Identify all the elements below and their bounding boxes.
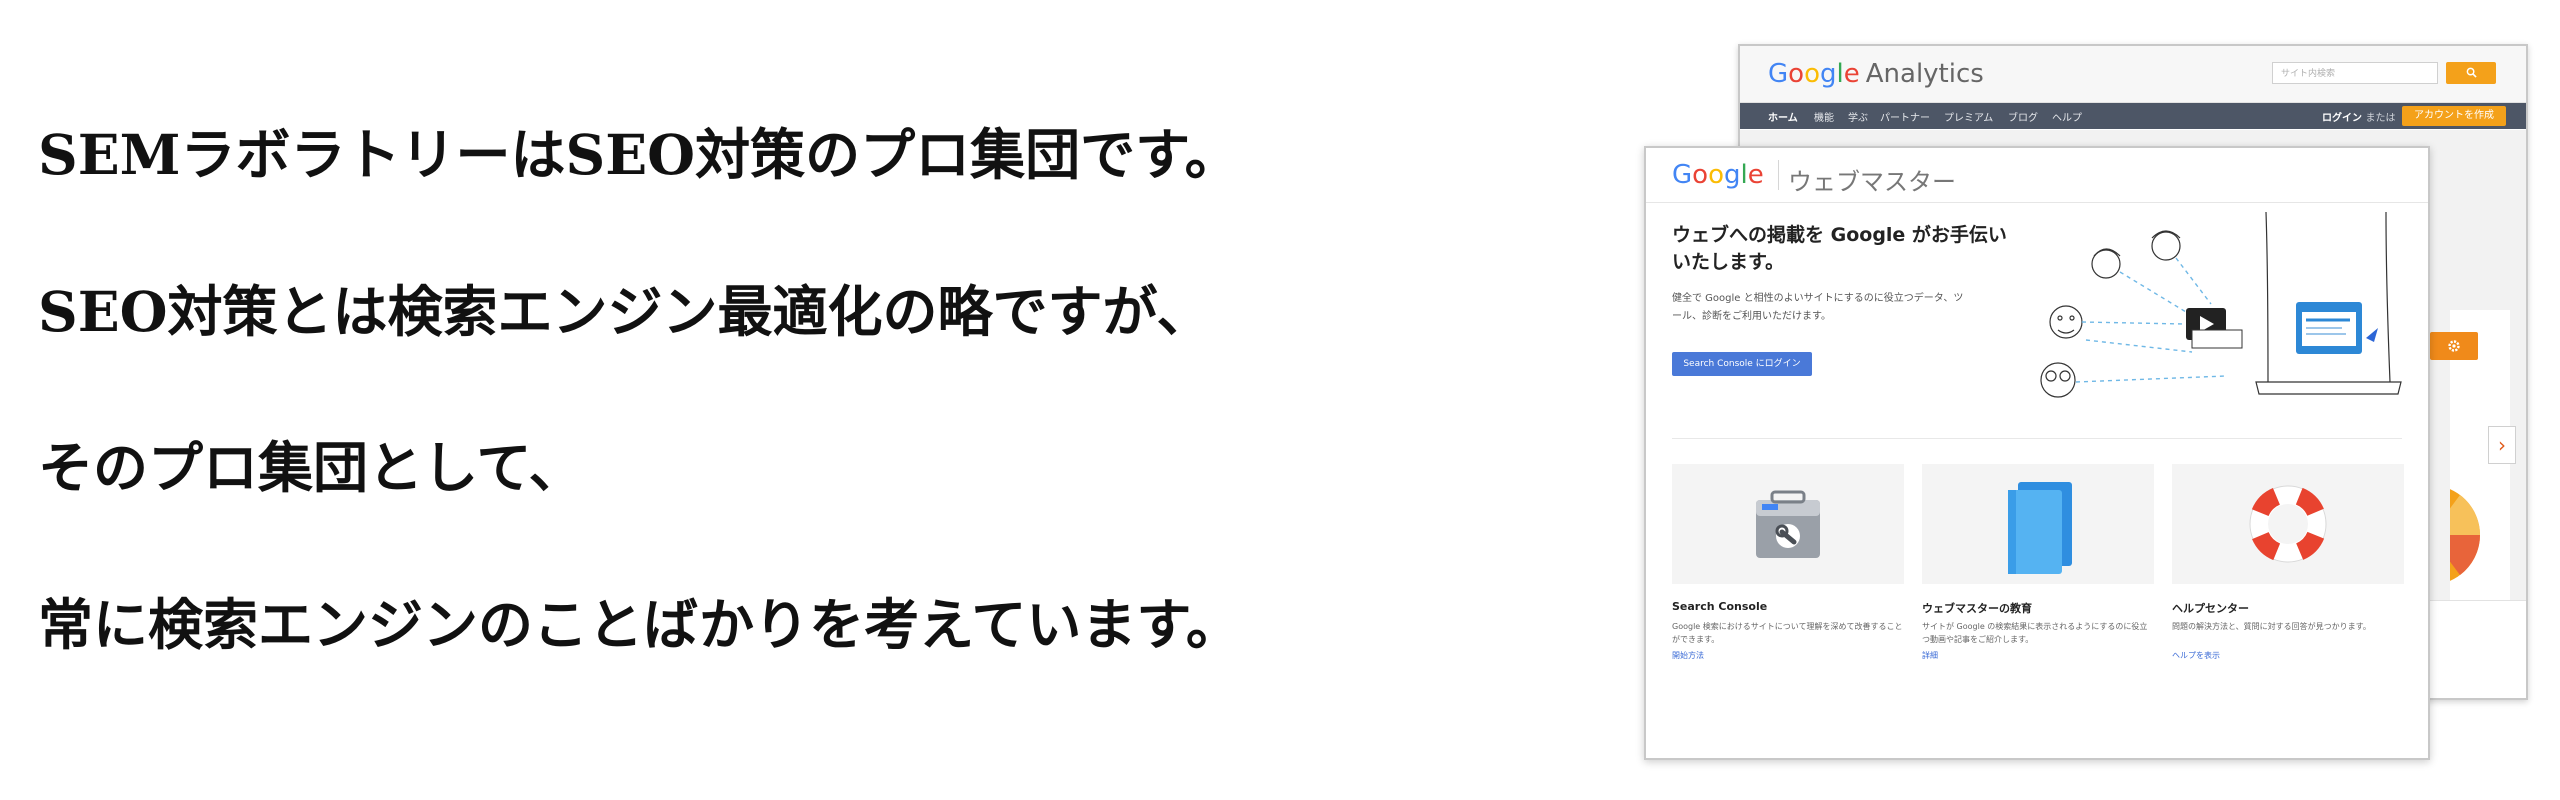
card-desc-webmaster-education: サイトが Google の検索結果に表示されるようにするのに役立つ動画や記事をご… — [1922, 622, 2148, 644]
webmaster-education-card-image[interactable] — [1922, 464, 2154, 584]
help-center-card-image[interactable] — [2172, 464, 2404, 584]
nav-item-features[interactable]: 機能 — [1814, 109, 1834, 124]
section-divider — [1672, 438, 2402, 439]
hero-illustration — [2040, 212, 2402, 398]
lifebuoy-icon — [2249, 485, 2327, 563]
search-console-card-image[interactable] — [1672, 464, 1904, 584]
book-icon — [2008, 482, 2072, 574]
headline-line-4: 常に検索エンジンのことばかりを考えています。 — [38, 592, 1241, 657]
webmaster-header: Google ウェブマスター — [1646, 148, 2428, 203]
analytics-login-link[interactable]: ログイン または — [2322, 109, 2395, 124]
card-desc-search-console: Google 検索におけるサイトについて理解を深めて改善することができます。 — [1672, 622, 1903, 644]
hero-description: 健全で Google と相性のよいサイトにするのに役立つデータ、ツール、診断をご… — [1672, 293, 1964, 322]
hero-title: ウェブへの掲載を Google がお手伝いいたします。 — [1672, 224, 2007, 273]
nav-item-blog[interactable]: ブログ — [2008, 109, 2038, 124]
header-divider — [1778, 160, 1779, 190]
nav-item-learn[interactable]: 学ぶ — [1848, 109, 1868, 124]
webmaster-product-name: ウェブマスター — [1788, 168, 1956, 196]
analytics-settings-button[interactable] — [2430, 332, 2478, 360]
analytics-logo[interactable]: Google Analytics — [1768, 59, 1984, 89]
toolbox-icon — [1756, 490, 1820, 558]
search-console-login-button[interactable]: Search Console にログイン — [1672, 352, 1812, 376]
card-title-webmaster-education: ウェブマスターの教育 — [1922, 602, 2032, 615]
chevron-right-icon[interactable]: › — [2488, 426, 2516, 464]
card-title-search-console: Search Console — [1672, 600, 1768, 613]
analytics-nav: ホーム 機能 学ぶ パートナー プレミアム ブログ ヘルプ ログイン または ア… — [1740, 103, 2526, 129]
search-icon — [2466, 67, 2477, 78]
create-account-button[interactable]: アカウントを作成 — [2402, 106, 2506, 126]
card-link-view-help[interactable]: ヘルプを表示 — [2172, 650, 2220, 661]
analytics-search-input[interactable]: サイト内検索 — [2272, 62, 2438, 84]
gear-icon — [2448, 340, 2460, 352]
card-link-details[interactable]: 詳細 — [1922, 650, 1938, 661]
headline-line-1: SEMラボラトリーはSEO対策のプロ集団です。 — [38, 122, 1240, 187]
nav-item-premium[interactable]: プレミアム — [1944, 109, 1993, 124]
analytics-search-button[interactable] — [2446, 62, 2496, 84]
nav-item-partners[interactable]: パートナー — [1880, 109, 1930, 124]
headline-line-3: そのプロ集団として、 — [38, 435, 584, 500]
webmaster-screenshot: Google ウェブマスター ウェブへの掲載を Google がお手伝いいたしま… — [1644, 146, 2430, 760]
analytics-header: Google Analytics サイト内検索 — [1740, 46, 2526, 103]
nav-item-home[interactable]: ホーム — [1768, 109, 1798, 124]
nav-item-help[interactable]: ヘルプ — [2052, 109, 2082, 124]
card-link-get-started[interactable]: 開始方法 — [1672, 650, 1704, 661]
card-desc-help-center: 問題の解決方法と、質問に対する回答が見つかります。 — [2172, 622, 2371, 631]
google-logo[interactable]: Google — [1672, 160, 1764, 190]
card-title-help-center: ヘルプセンター — [2172, 602, 2249, 615]
headline-line-2: SEO対策とは検索エンジン最適化の略ですが、 — [38, 279, 1212, 344]
pie-chart-icon — [2450, 480, 2510, 590]
